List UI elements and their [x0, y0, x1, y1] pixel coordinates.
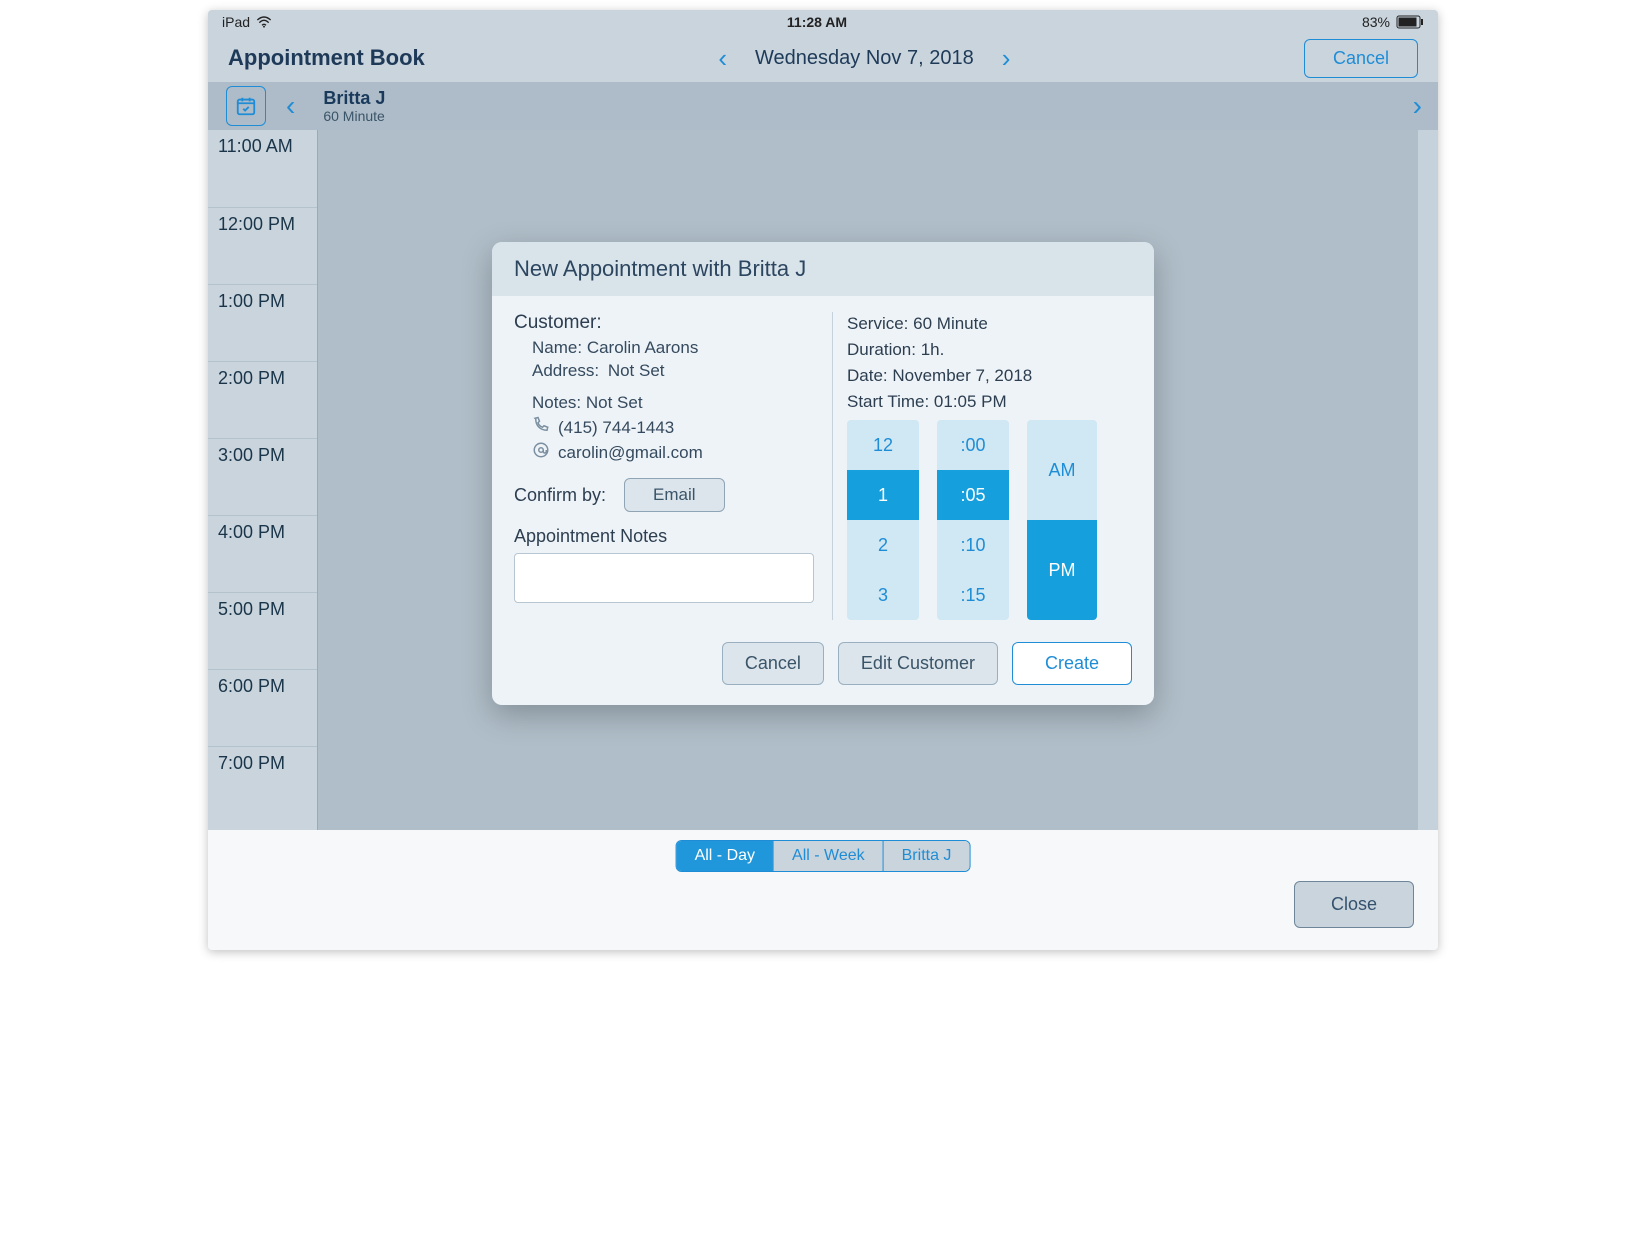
minute-option[interactable]: :15	[937, 570, 1009, 620]
modal-cancel-button[interactable]: Cancel	[722, 642, 824, 685]
hour-option[interactable]: 12	[847, 420, 919, 470]
start-time-label: Start Time:	[847, 392, 929, 411]
confirm-by-label: Confirm by:	[514, 485, 606, 506]
minute-picker-column[interactable]: :00 :05 :10 :15	[937, 420, 1009, 620]
hour-option-selected[interactable]: 1	[847, 470, 919, 520]
appointment-notes-label: Appointment Notes	[514, 526, 814, 547]
staff-name: Britta J	[323, 88, 385, 109]
segment-all-week[interactable]: All - Week	[773, 841, 883, 871]
device-label: iPad	[222, 14, 250, 30]
prev-day-button[interactable]: ‹	[718, 45, 727, 71]
nav-header: Appointment Book ‹ Wednesday Nov 7, 2018…	[208, 34, 1438, 82]
minute-option[interactable]: :10	[937, 520, 1009, 570]
time-label: 11:00 AM	[218, 136, 293, 157]
customer-name: Carolin Aarons	[587, 338, 699, 357]
edit-customer-button[interactable]: Edit Customer	[838, 642, 998, 685]
staff-header: ‹ Britta J 60 Minute ›	[208, 82, 1438, 130]
time-label: 12:00 PM	[218, 214, 295, 235]
ampm-picker-column[interactable]: AM PM	[1027, 420, 1097, 620]
date-label: Date:	[847, 366, 888, 385]
duration-label: Duration:	[847, 340, 916, 359]
calendar-icon-button[interactable]	[226, 86, 266, 126]
customer-address: Not Set	[608, 361, 665, 380]
status-time: 11:28 AM	[787, 14, 847, 30]
ampm-option-selected[interactable]: PM	[1027, 520, 1097, 620]
page-title: Appointment Book	[228, 45, 425, 71]
customer-label: Customer:	[514, 312, 814, 334]
close-button[interactable]: Close	[1294, 881, 1414, 928]
create-button[interactable]: Create	[1012, 642, 1132, 685]
email-icon	[532, 441, 550, 464]
service-value: 60 Minute	[913, 314, 988, 333]
app-window: iPad 11:28 AM 83% Appointment Book ‹ Wed…	[208, 10, 1438, 950]
battery-percent: 83%	[1362, 14, 1390, 30]
confirm-method-button[interactable]: Email	[624, 478, 725, 512]
time-label: 3:00 PM	[218, 445, 285, 466]
hour-option[interactable]: 3	[847, 570, 919, 620]
phone-icon	[532, 416, 550, 439]
customer-notes: Not Set	[586, 393, 643, 412]
staff-service: 60 Minute	[323, 108, 385, 124]
duration-value: 1h.	[921, 340, 945, 359]
next-day-button[interactable]: ›	[1002, 45, 1011, 71]
modal-title: New Appointment with Britta J	[492, 242, 1154, 296]
next-staff-button[interactable]: ›	[1413, 92, 1422, 120]
ampm-option[interactable]: AM	[1027, 420, 1097, 520]
notes-label: Notes:	[532, 393, 581, 412]
customer-phone: (415) 744-1443	[558, 418, 674, 438]
new-appointment-modal: New Appointment with Britta J Customer: …	[492, 242, 1154, 705]
time-label: 2:00 PM	[218, 368, 285, 389]
minute-option[interactable]: :00	[937, 420, 1009, 470]
time-label: 1:00 PM	[218, 291, 285, 312]
appointment-notes-input[interactable]	[514, 553, 814, 603]
battery-icon	[1396, 15, 1424, 29]
view-segmented: All - Day All - Week Britta J	[676, 840, 971, 872]
scroll-track[interactable]	[1418, 130, 1438, 830]
segment-staff[interactable]: Britta J	[883, 841, 970, 871]
minute-option-selected[interactable]: :05	[937, 470, 1009, 520]
customer-email: carolin@gmail.com	[558, 443, 703, 463]
address-label: Address:	[532, 361, 599, 380]
hour-option[interactable]: 2	[847, 520, 919, 570]
date-value: November 7, 2018	[892, 366, 1032, 385]
time-picker[interactable]: 12 1 2 3 :00 :05 :10 :15 AM PM	[847, 420, 1132, 620]
time-label: 6:00 PM	[218, 676, 285, 697]
wifi-icon	[256, 16, 272, 28]
nav-date: Wednesday Nov 7, 2018	[755, 47, 974, 70]
time-label: 7:00 PM	[218, 753, 285, 774]
status-bar: iPad 11:28 AM 83%	[208, 10, 1438, 34]
time-label: 4:00 PM	[218, 522, 285, 543]
prev-staff-button[interactable]: ‹	[286, 92, 295, 120]
time-label: 5:00 PM	[218, 599, 285, 620]
name-label: Name:	[532, 338, 582, 357]
start-time-value: 01:05 PM	[934, 392, 1007, 411]
time-column: 11:00 AM 12:00 PM 1:00 PM 2:00 PM 3:00 P…	[208, 130, 318, 830]
service-label: Service:	[847, 314, 908, 333]
segment-all-day[interactable]: All - Day	[677, 841, 773, 871]
hour-picker-column[interactable]: 12 1 2 3	[847, 420, 919, 620]
cancel-button-top[interactable]: Cancel	[1304, 39, 1418, 78]
